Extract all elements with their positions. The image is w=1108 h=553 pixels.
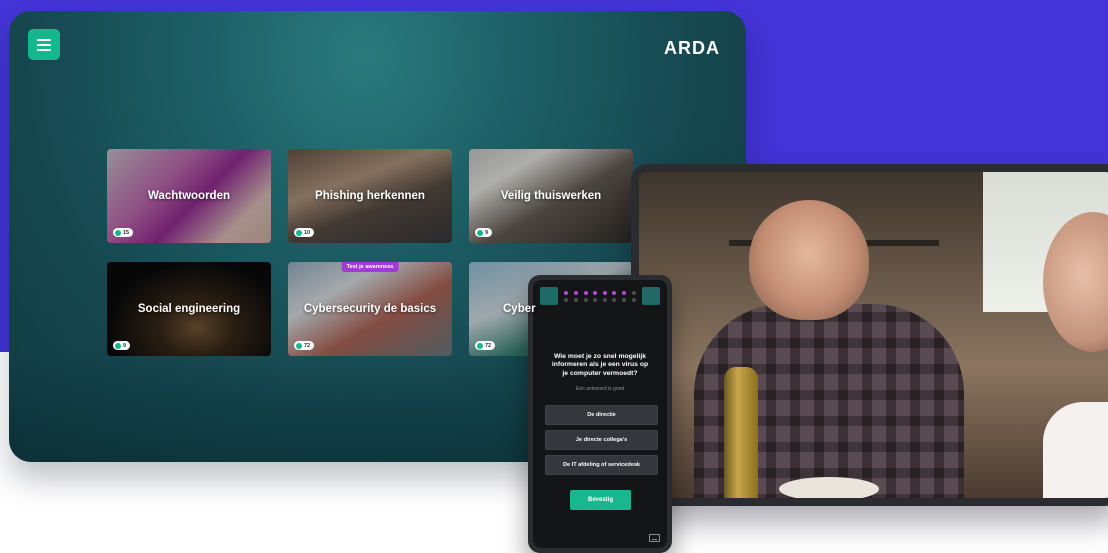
progress-dot [583,298,588,302]
lesson-count-badge: 9 [113,341,131,350]
progress-dot [573,298,578,302]
subtitles-icon[interactable] [649,534,660,542]
progress-dot [631,298,636,302]
status-dot-icon [296,342,302,349]
confirm-button[interactable]: Bevestig [570,490,631,510]
lesson-count-badge: 10 [294,228,315,237]
course-title: Cyber [503,303,536,315]
course-tile-wachtwoorden[interactable]: Wachtwoorden 15 [107,149,271,243]
quiz-hint: Eén antwoord is goed [575,386,625,392]
progress-dot [593,298,598,302]
quiz-progress-dots [563,291,637,302]
progress-dot [573,291,578,295]
quiz-question: Wie moet je zo snel mogelijk informeren … [551,353,649,377]
course-tile-thuiswerken[interactable]: Veilig thuiswerken 9 [469,149,633,243]
progress-dot [602,291,607,295]
close-button[interactable] [642,287,660,305]
answer-list: De directie Je directe collega's De IT a… [545,405,658,475]
progress-dot [612,298,617,302]
progress-dot [593,291,598,295]
course-title: Wachtwoorden [148,190,230,202]
lesson-count-badge: 72 [475,341,496,350]
back-button[interactable] [540,287,558,305]
test-awareness-tag: Test je awareness [341,262,399,272]
progress-dot [622,291,627,295]
status-dot-icon [115,229,121,236]
lesson-count-badge: 72 [294,341,315,350]
progress-dot [631,291,636,295]
video-still-image[interactable] [639,172,1108,498]
course-title: Cybersecurity de basics [303,303,437,315]
status-dot-icon [477,342,483,349]
progress-dot [564,298,569,302]
progress-dot [564,291,569,295]
quiz-screen: Wie moet je zo snel mogelijk informeren … [533,280,667,548]
hamburger-menu-button[interactable] [28,29,60,60]
lesson-count-badge: 9 [475,228,493,237]
course-title: Phishing herkennen [315,190,425,202]
progress-dot [583,291,588,295]
arda-logo: ARDA [664,38,720,58]
course-tile-phishing[interactable]: Phishing herkennen 10 [288,149,452,243]
answer-option-3[interactable]: De IT afdeling of servicedesk [545,455,658,475]
lesson-count-badge: 15 [113,228,134,237]
course-tile-social-engineering[interactable]: Social engineering 9 [107,262,271,356]
progress-dot [602,298,607,302]
status-dot-icon [296,229,302,236]
answer-option-2[interactable]: Je directe collega's [545,430,658,450]
course-title: Veilig thuiswerken [500,190,602,202]
status-dot-icon [477,229,483,236]
phone-device: Wie moet je zo snel mogelijk informeren … [528,275,672,553]
progress-dot [622,298,627,302]
status-dot-icon [115,342,121,349]
hamburger-menu-icon [37,38,51,41]
answer-option-1[interactable]: De directie [545,405,658,425]
course-title: Social engineering [137,303,241,315]
course-tile-cybersecurity-basics[interactable]: Test je awareness Cybersecurity de basic… [288,262,452,356]
progress-dot [612,291,617,295]
video-player-frame [631,164,1108,506]
